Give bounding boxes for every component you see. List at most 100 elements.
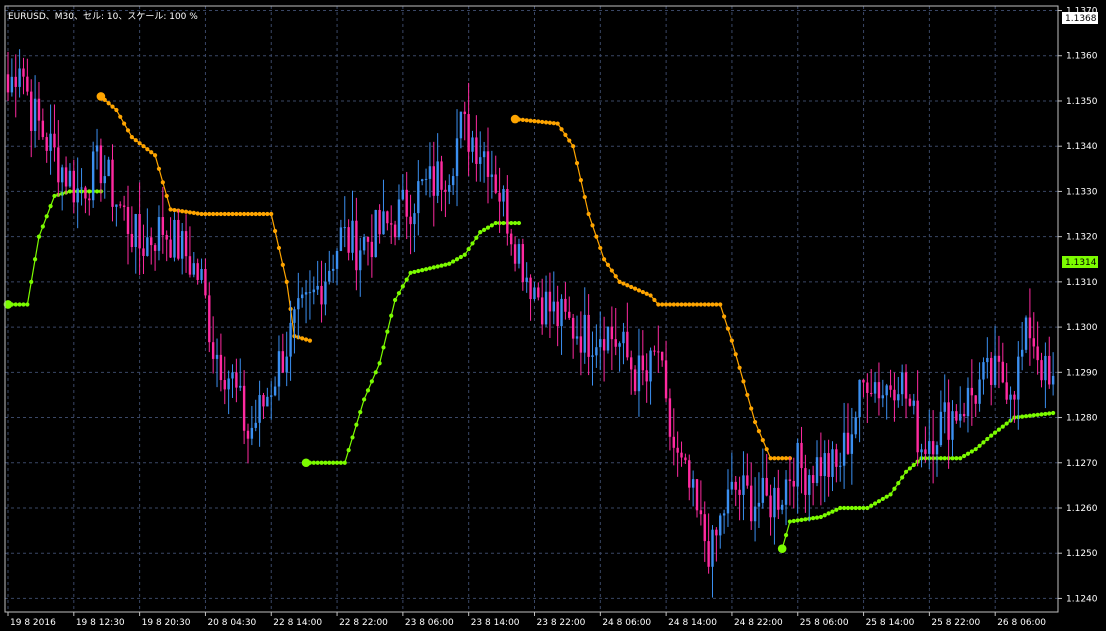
candle-body [637, 355, 641, 392]
price-chart[interactable]: 1.13701.13601.13501.13401.13301.13201.13… [0, 0, 1106, 631]
trail-bull-dot [969, 449, 974, 454]
y-tick-label: 1.1240 [1066, 594, 1098, 604]
trail-bear-dot [598, 245, 603, 251]
y-tick-label: 1.1340 [1066, 142, 1098, 152]
candle-body [351, 220, 354, 253]
candle-body [827, 453, 830, 477]
candle-body [719, 515, 722, 536]
trail-bull-dot [826, 511, 831, 516]
trail-bull-dot [872, 501, 878, 506]
x-tick-label: 25 8 22:00 [931, 618, 980, 628]
trail-bull-dot [327, 460, 332, 465]
trail-bear-dot [269, 211, 274, 217]
trail-bear-dot [571, 144, 576, 149]
candle-body [482, 151, 486, 158]
candle-body [428, 166, 432, 179]
trail-bear-dot [749, 406, 754, 411]
trail-bear-dot [218, 211, 223, 217]
candle-body [459, 111, 463, 139]
candle-body [223, 380, 226, 390]
candle-body [239, 385, 242, 388]
trail-bull-dot [36, 234, 42, 239]
indicator-price-badge: 1.1314 [1062, 256, 1098, 268]
trail-bull-dot [482, 227, 487, 232]
candle-body [95, 145, 99, 152]
candle-body [1005, 382, 1008, 400]
candle-body [699, 510, 703, 515]
candle-body [486, 151, 490, 177]
trail-bull-dot [365, 388, 371, 393]
candle-body [49, 133, 52, 151]
trail-bear-dot [663, 302, 669, 307]
candle-body [788, 479, 792, 482]
trail-bear-dot [211, 211, 216, 217]
trail-bull-dot [435, 264, 440, 269]
trail-bull-dot [489, 223, 494, 228]
candle-body [41, 120, 45, 138]
trail-bear-dot [156, 166, 162, 171]
trail-bull-dot [892, 486, 897, 491]
candle-body [211, 342, 215, 359]
trail-bull-dot [373, 370, 378, 375]
trail-bear-dot [145, 147, 150, 152]
trail-bull-dot [32, 257, 38, 262]
candle-body [324, 281, 327, 305]
y-tick-label: 1.1300 [1066, 323, 1098, 333]
candle-body [467, 114, 470, 152]
candle-body [931, 441, 935, 455]
candle-body [916, 400, 919, 453]
candle-body [502, 189, 505, 202]
trail-bear-dot [574, 161, 580, 166]
candle-body [409, 216, 412, 225]
candle-body [947, 402, 950, 440]
candle-body [691, 479, 695, 488]
candle-body [293, 309, 296, 323]
trail-bull-dot [509, 220, 514, 226]
candle-body [1048, 355, 1051, 385]
candle-body [188, 256, 192, 275]
trail-bull-dot [942, 456, 947, 461]
candle-body [556, 301, 559, 327]
chart-title: EURUSD、M30、セル: 10、スケール: 100 % [8, 11, 198, 22]
trail-bear-dot [118, 114, 123, 119]
candle-body [184, 231, 188, 257]
candle-body [80, 187, 83, 189]
candle-body [355, 220, 358, 271]
trail-bear-dot [594, 234, 599, 239]
trail-bear-dot [261, 211, 266, 217]
candle-body [695, 479, 699, 511]
trail-bull-dot [389, 313, 394, 318]
candle-body [761, 477, 765, 503]
trail-bull-dot [451, 259, 456, 264]
trail-bull-dot [869, 503, 874, 508]
trail-bear-dot [187, 210, 193, 215]
trail-bear-dot [567, 138, 572, 143]
trail-bear-dot [671, 302, 676, 307]
trail-bear-dot [609, 268, 614, 273]
trail-bull-dot [17, 302, 22, 307]
trail-bear-dot [783, 456, 789, 461]
candle-body [1013, 394, 1016, 400]
trail-bull-dot [412, 269, 417, 275]
candle-body [37, 98, 41, 121]
trail-bear-dot [152, 153, 158, 158]
trail-bull-dot [512, 220, 518, 226]
candle-body [328, 270, 331, 282]
trail-bull-dot [431, 265, 436, 270]
trail-bull-dot [880, 496, 885, 502]
x-tick-label: 23 8 22:00 [537, 618, 586, 628]
candle-body [618, 343, 621, 347]
candle-body [99, 145, 103, 184]
trail-bull-dot [427, 266, 433, 271]
candle-body [885, 385, 888, 396]
candle-body [382, 211, 385, 235]
candle-body [765, 477, 768, 496]
trail-bull-dot [996, 427, 1002, 432]
candle-body [378, 209, 381, 235]
trail-bull-dot [362, 397, 367, 402]
candle-body [463, 111, 466, 115]
candle-body [982, 362, 985, 380]
candle-body [966, 387, 970, 417]
candle-body [420, 179, 424, 182]
candle-body [401, 189, 405, 200]
